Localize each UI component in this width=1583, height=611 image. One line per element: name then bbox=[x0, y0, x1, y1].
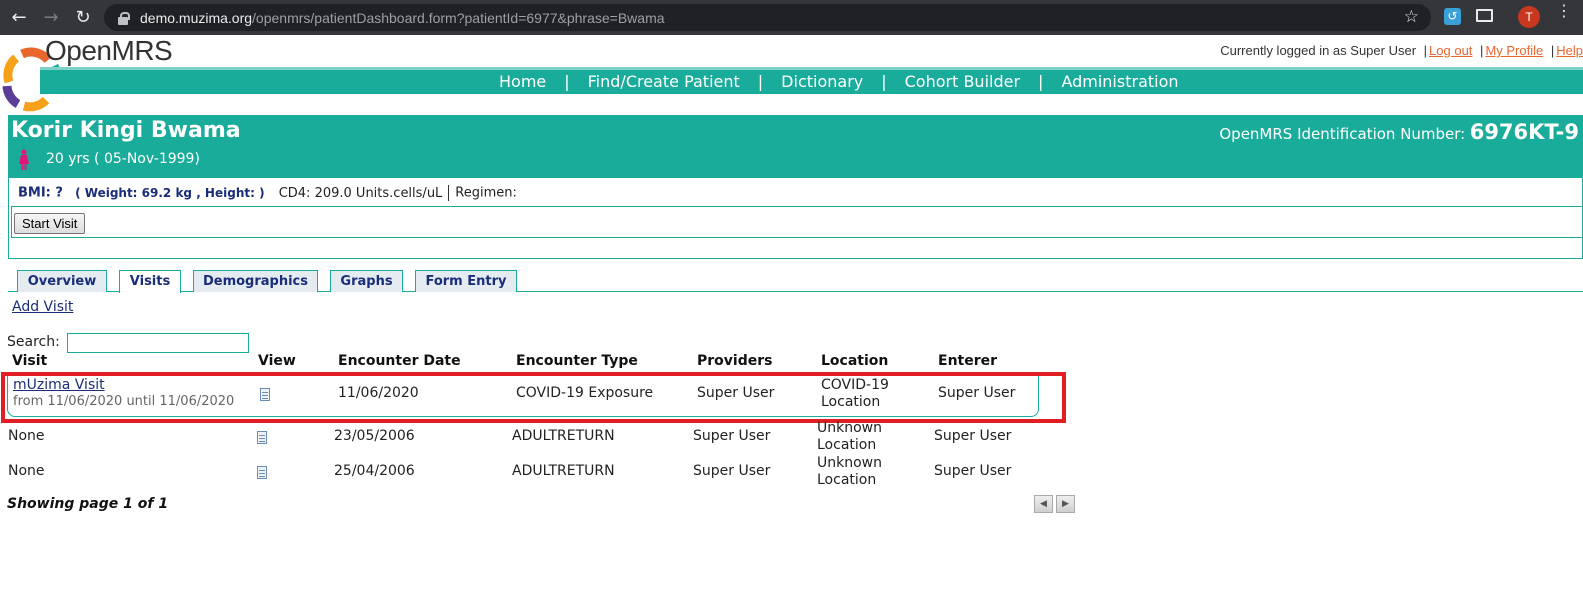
search-input[interactable] bbox=[67, 333, 249, 353]
lock-icon bbox=[116, 11, 130, 25]
search-label: Search: bbox=[7, 334, 60, 350]
patient-age-dob: 20 yrs ( 05-Nov-1999) bbox=[46, 151, 200, 167]
logout-link[interactable]: Log out bbox=[1429, 43, 1472, 58]
nav-administration[interactable]: Administration bbox=[1061, 72, 1178, 91]
previous-page-icon[interactable]: ◀ bbox=[1034, 495, 1053, 513]
tab-graphs[interactable]: Graphs bbox=[330, 270, 403, 292]
tab-form-entry[interactable]: Form Entry bbox=[415, 270, 517, 292]
column-header-encounter-type: Encounter Type bbox=[516, 353, 638, 369]
highlight-box bbox=[1, 372, 1066, 423]
tab-demographics[interactable]: Demographics bbox=[193, 270, 318, 292]
logged-in-text: Currently logged in as Super User bbox=[1220, 43, 1417, 58]
openmrs-logo-text[interactable]: OpenMRS bbox=[45, 35, 173, 67]
nav-dictionary[interactable]: Dictionary bbox=[781, 72, 863, 91]
profile-avatar[interactable]: T bbox=[1518, 6, 1540, 28]
encounter-type: ADULTRETURN bbox=[512, 463, 615, 479]
encounter-enterer: Super User bbox=[934, 428, 1012, 444]
encounter-providers: Super User bbox=[693, 463, 771, 479]
start-visit-button[interactable]: Start Visit bbox=[14, 213, 86, 234]
user-bar: Currently logged in as Super User | Log o… bbox=[1220, 43, 1583, 58]
encounter-providers: Super User bbox=[693, 428, 771, 444]
identifier-value: 6976KT-9 bbox=[1469, 120, 1579, 144]
nav-cohort-builder[interactable]: Cohort Builder bbox=[905, 72, 1020, 91]
bmi-value: BMI: ? bbox=[18, 185, 63, 201]
my-profile-link[interactable]: My Profile bbox=[1485, 43, 1543, 58]
cast-icon[interactable] bbox=[1476, 9, 1493, 22]
cd4-value: CD4: 209.0 Units.cells/uL bbox=[278, 185, 443, 201]
column-header-location: Location bbox=[821, 353, 889, 369]
back-arrow-icon[interactable]: ← bbox=[6, 5, 32, 31]
column-header-visit: Visit bbox=[12, 353, 48, 369]
forward-arrow-icon[interactable]: → bbox=[38, 5, 64, 31]
browser-toolbar: ← → ↻ demo.muzima.org/openmrs/patientDas… bbox=[0, 0, 1583, 35]
address-url: demo.muzima.org/openmrs/patientDashboard… bbox=[140, 9, 665, 26]
identifier-label: OpenMRS Identification Number: bbox=[1219, 125, 1466, 143]
weight-height: ( Weight: 69.2 kg , Height: ) bbox=[75, 185, 265, 200]
tab-visits[interactable]: Visits bbox=[119, 270, 181, 293]
next-page-icon[interactable]: ▶ bbox=[1056, 495, 1075, 513]
active-visit-row: Start Visit bbox=[11, 206, 1583, 238]
encounter-date: 25/04/2006 bbox=[334, 463, 415, 479]
encounter-type: ADULTRETURN bbox=[512, 428, 615, 444]
column-header-view: View bbox=[258, 353, 296, 369]
patient-header: Korir Kingi Bwama 20 yrs ( 05-Nov-1999) … bbox=[8, 115, 1583, 178]
nav-home[interactable]: Home bbox=[499, 72, 546, 91]
reload-icon[interactable]: ↻ bbox=[70, 5, 96, 31]
column-header-encounter-date: Encounter Date bbox=[338, 353, 461, 369]
sync-extension-icon[interactable]: ↺ bbox=[1444, 8, 1461, 25]
patient-name: Korir Kingi Bwama bbox=[11, 118, 241, 143]
encounter-location: Unknown Location bbox=[817, 455, 882, 488]
female-icon bbox=[19, 149, 29, 170]
column-header-enterer: Enterer bbox=[938, 353, 998, 369]
view-encounter-icon[interactable] bbox=[257, 431, 267, 444]
regimen-label: Regimen: bbox=[455, 185, 517, 201]
patient-identifier: OpenMRS Identification Number: 6976KT-9 bbox=[1219, 120, 1579, 144]
encounter-enterer: Super User bbox=[934, 463, 1012, 479]
visit-none: None bbox=[8, 463, 45, 479]
column-header-providers: Providers bbox=[697, 353, 773, 369]
browser-menu-icon[interactable]: ⋮ bbox=[1556, 3, 1572, 19]
view-encounter-icon[interactable] bbox=[257, 466, 267, 479]
visit-none: None bbox=[8, 428, 45, 444]
tab-overview[interactable]: Overview bbox=[17, 270, 107, 292]
encounter-date: 23/05/2006 bbox=[334, 428, 415, 444]
bookmark-star-icon[interactable]: ☆ bbox=[1404, 7, 1419, 27]
nav-find-create-patient[interactable]: Find/Create Patient bbox=[588, 72, 740, 91]
add-visit-link[interactable]: Add Visit bbox=[12, 299, 73, 315]
main-nav: Home | Find/Create Patient | Dictionary … bbox=[499, 71, 1179, 91]
encounter-location: Unknown Location bbox=[817, 420, 882, 453]
help-link[interactable]: Help bbox=[1556, 43, 1583, 58]
pagination-status: Showing page 1 of 1 bbox=[7, 496, 169, 512]
patient-summary: BMI: ? ( Weight: 69.2 kg , Height: ) CD4… bbox=[8, 178, 1583, 259]
vitals-line: BMI: ? ( Weight: 69.2 kg , Height: ) CD4… bbox=[18, 185, 517, 201]
address-bar[interactable]: demo.muzima.org/openmrs/patientDashboard… bbox=[104, 4, 1431, 31]
